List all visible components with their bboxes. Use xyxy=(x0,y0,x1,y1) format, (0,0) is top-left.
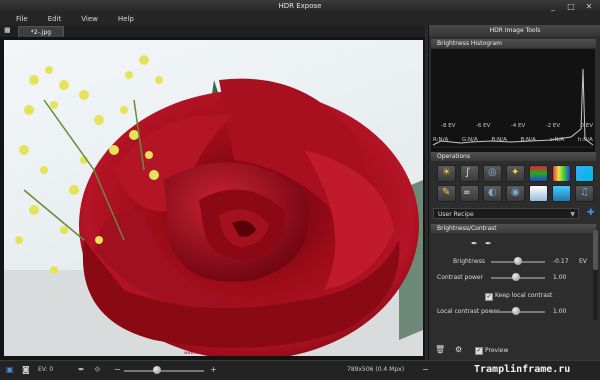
menu-edit[interactable]: Edit xyxy=(48,13,62,25)
tab-strip: ■ *2-.jpg xyxy=(0,25,425,38)
eyedropper-icon[interactable]: ✒ xyxy=(471,239,478,248)
gradient-tool-icon[interactable] xyxy=(552,165,571,182)
contrast-slider[interactable] xyxy=(491,273,545,282)
bc-header[interactable]: Brightness/Contrast xyxy=(431,224,596,233)
channel-b: B:N/A xyxy=(491,137,507,143)
maximize-button[interactable]: □ xyxy=(564,2,578,11)
recipe-dropdown[interactable]: User Recipe ▼ xyxy=(433,208,579,219)
palette-tool-icon[interactable] xyxy=(529,185,548,202)
zoom-slider[interactable] xyxy=(124,366,204,375)
music-tool-icon[interactable]: ♫ xyxy=(575,185,594,202)
target-tool-icon[interactable]: ◉ xyxy=(506,185,525,202)
tool-row-1: ☀ ∫ ◎ ✦ xyxy=(437,165,594,182)
check-icon: ✓ xyxy=(476,347,482,354)
panel-scrollbar[interactable] xyxy=(593,230,598,320)
panel-title: HDR Image Tools xyxy=(429,25,600,37)
save-icon[interactable]: ◙ xyxy=(22,364,30,376)
recipe-value: User Recipe xyxy=(438,211,474,218)
ev-label: -2 EV xyxy=(545,123,561,129)
brush-tool-icon[interactable]: ✎ xyxy=(437,185,456,202)
add-recipe-icon[interactable]: ✚ xyxy=(587,208,595,218)
contrast-value[interactable]: 1.00 xyxy=(553,274,566,281)
pan-icon[interactable]: ✥ xyxy=(94,364,101,376)
image-viewer[interactable]: www.wallpaperz.com xyxy=(0,37,425,360)
preview-checkbox[interactable]: ✓ xyxy=(475,347,483,355)
tool-row-2: ✎ ∞ ◐ ◉ ♫ xyxy=(437,185,594,202)
preview-label: Preview xyxy=(485,347,509,354)
close-tab-icon[interactable]: ■ xyxy=(4,27,11,34)
ev-readout: EV: 0 xyxy=(38,366,54,373)
color-tool-icon[interactable] xyxy=(575,165,594,182)
menu-view[interactable]: View xyxy=(81,13,98,25)
histogram-header[interactable]: Brightness Histogram xyxy=(431,39,596,48)
check-icon: ✓ xyxy=(486,293,492,300)
chevron-down-icon: ▼ xyxy=(570,211,575,218)
watermark-text: www.wallpaperz.com xyxy=(184,350,227,355)
ev-label: -8 EV xyxy=(441,123,456,129)
monitor-icon[interactable]: ▣ xyxy=(6,364,14,376)
sun-tool-icon[interactable]: ☀ xyxy=(437,165,456,182)
eyedropper-alt-icon[interactable]: ✒ xyxy=(485,239,492,248)
brightness-unit: EV xyxy=(579,258,587,265)
filter-tool-icon[interactable]: ◎ xyxy=(483,165,502,182)
trash-icon[interactable]: 🗑 xyxy=(435,345,445,354)
contrast-tool-icon[interactable]: ◐ xyxy=(483,185,502,202)
channel-readout: R:N/A G:N/A B:N/A B:N/A c:N/A h:N/A xyxy=(433,137,593,143)
curve-tool-icon[interactable]: ∫ xyxy=(460,165,479,182)
levels-tool-icon[interactable] xyxy=(529,165,548,182)
brightness-slider[interactable] xyxy=(491,257,545,266)
zoom-out-right-icon[interactable]: − xyxy=(422,364,429,376)
zoom-out-icon[interactable]: − xyxy=(114,364,121,376)
menu-file[interactable]: File xyxy=(16,13,28,25)
menu-help[interactable]: Help xyxy=(118,13,134,25)
brightness-value[interactable]: -0.17 xyxy=(553,258,569,265)
channel-c: c:N/A xyxy=(549,137,565,143)
channel-g: G:N/A xyxy=(461,137,478,143)
frame-tool-icon[interactable] xyxy=(552,185,571,202)
rose-photo: www.wallpaperz.com xyxy=(4,40,423,356)
ev-scale: -8 EV -6 EV -4 EV -2 EV 0 EV xyxy=(441,123,593,129)
operations-header[interactable]: Operations xyxy=(431,152,596,161)
minimize-button[interactable]: _ xyxy=(546,2,560,11)
contrast-label: Contrast power xyxy=(437,274,484,281)
local-contrast-value[interactable]: 1.00 xyxy=(553,308,566,315)
wand-tool-icon[interactable]: ✦ xyxy=(506,165,525,182)
title-bar: HDR Expose _ □ ✕ xyxy=(0,0,600,13)
ev-label: -4 EV xyxy=(510,123,526,129)
ev-label: 0 EV xyxy=(580,123,594,129)
picker-icon[interactable]: ✒ xyxy=(78,364,85,376)
local-contrast-slider[interactable] xyxy=(491,307,545,316)
channel-h: h:N/A xyxy=(577,137,593,143)
keep-local-label: Keep local contrast xyxy=(495,292,553,299)
menu-bar: File Edit View Help xyxy=(0,13,600,25)
ev-label: -6 EV xyxy=(475,123,491,129)
site-watermark: Tramplinframe.ru xyxy=(474,364,571,375)
tools-panel: HDR Image Tools Brightness Histogram -8 … xyxy=(428,25,600,360)
glasses-tool-icon[interactable]: ∞ xyxy=(460,185,479,202)
channel-r: R:N/A xyxy=(433,137,449,143)
keep-local-checkbox[interactable]: ✓ xyxy=(485,293,493,301)
zoom-in-icon[interactable]: + xyxy=(210,364,217,376)
close-button[interactable]: ✕ xyxy=(582,2,596,11)
channel-b2: B:N/A xyxy=(520,137,536,143)
settings-icon[interactable]: ⚙ xyxy=(455,345,462,354)
image-dims: 789x506 (0.4 Mpx) xyxy=(347,366,405,373)
brightness-label: Brightness xyxy=(453,258,485,265)
rose-image xyxy=(4,55,423,356)
window-title: HDR Expose xyxy=(278,2,322,10)
